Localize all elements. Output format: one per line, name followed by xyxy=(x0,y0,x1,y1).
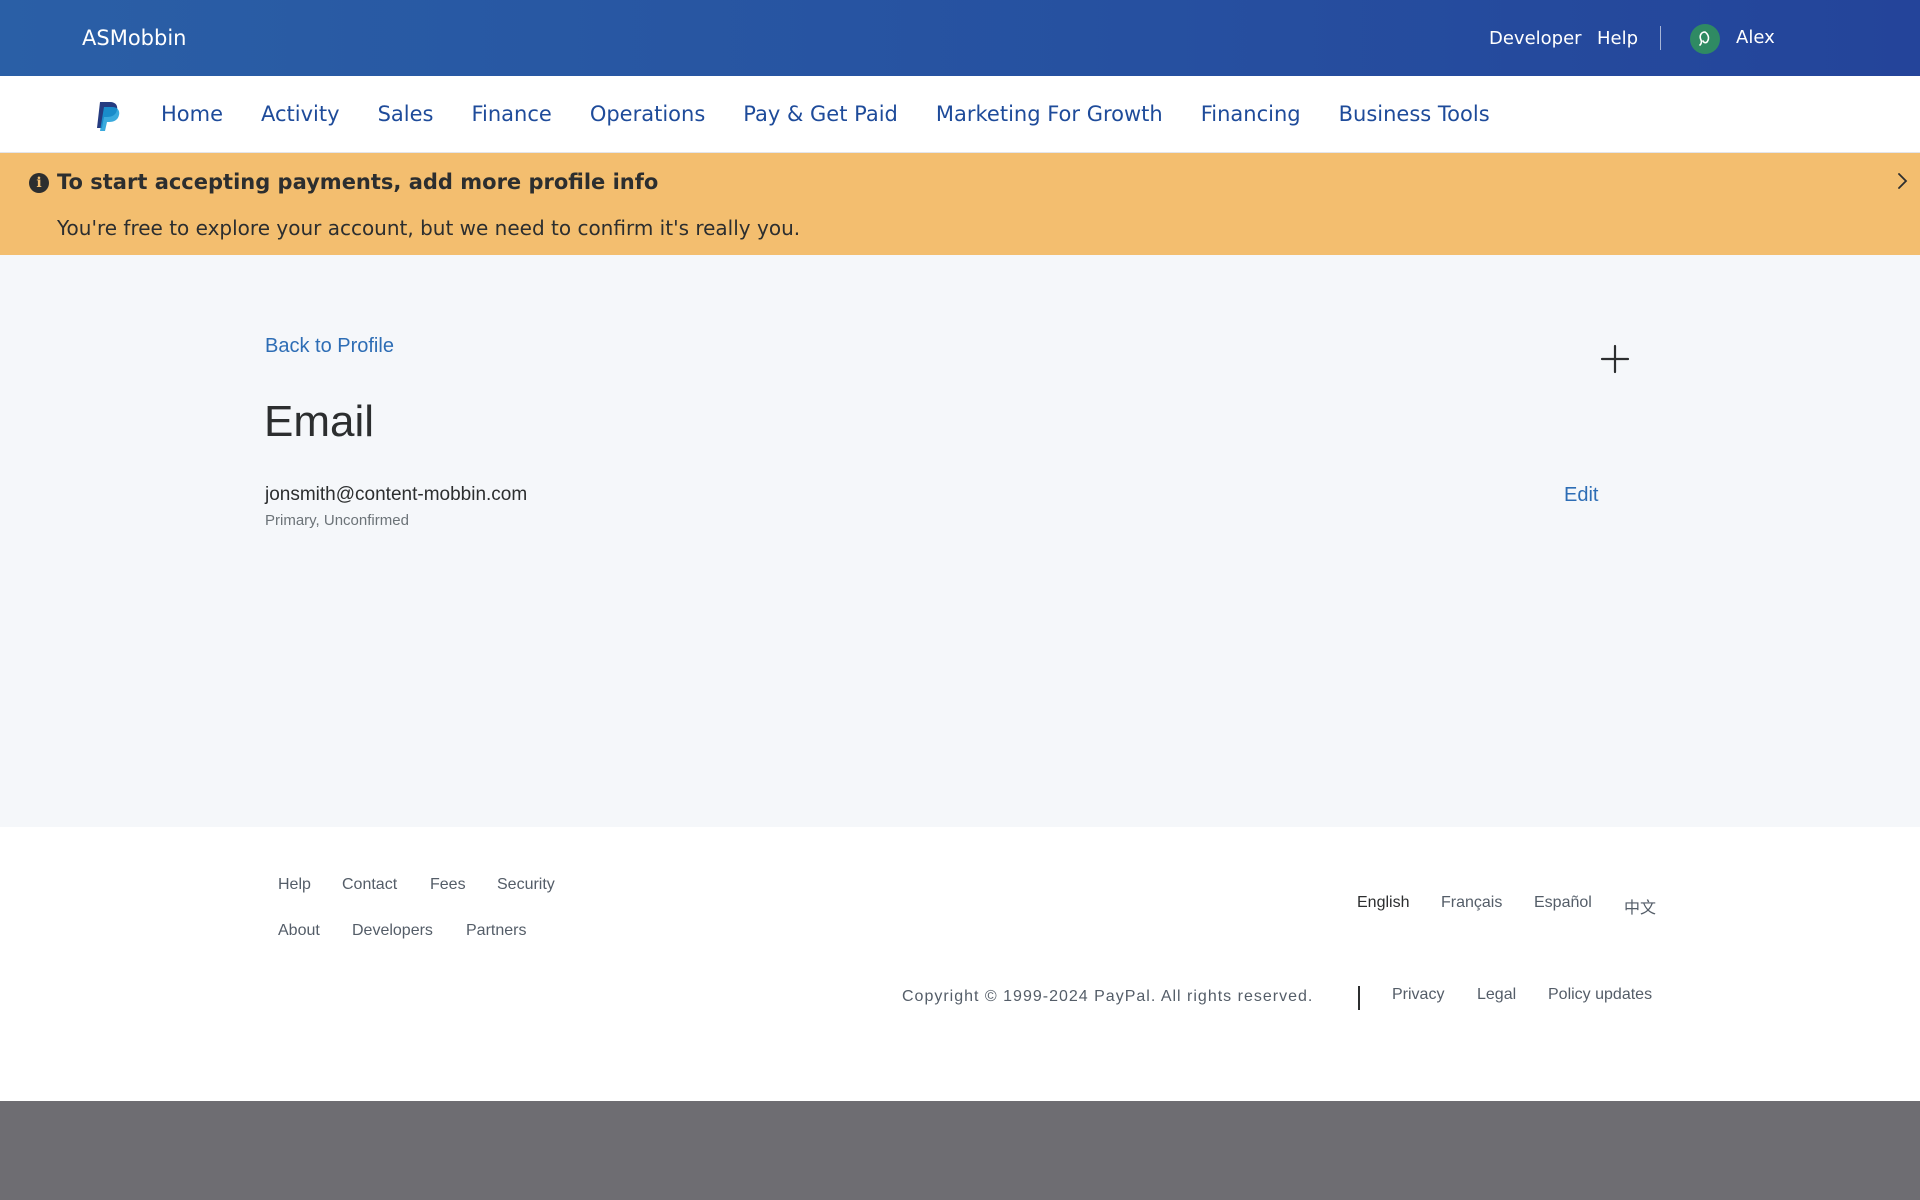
footer-divider xyxy=(1358,986,1360,1010)
footer-privacy-link[interactable]: Privacy xyxy=(1392,986,1444,1004)
nav-item-finance[interactable]: Finance xyxy=(471,102,551,126)
footer-help-link[interactable]: Help xyxy=(278,876,311,894)
user-name[interactable]: Alex xyxy=(1736,27,1775,48)
footer-legal-link[interactable]: Legal xyxy=(1477,986,1516,1004)
nav-item-activity[interactable]: Activity xyxy=(261,102,340,126)
banner-title: To start accepting payments, add more pr… xyxy=(57,170,659,194)
footer-developers-link[interactable]: Developers xyxy=(352,922,433,940)
language-french[interactable]: Français xyxy=(1441,894,1502,912)
footer-about-link[interactable]: About xyxy=(278,922,320,940)
language-chinese[interactable]: 中文 xyxy=(1624,894,1656,918)
copyright-text: Copyright © 1999-2024 PayPal. All rights… xyxy=(902,988,1314,1005)
language-spanish[interactable]: Español xyxy=(1534,894,1592,912)
header-divider xyxy=(1660,26,1661,50)
nav-item-home[interactable]: Home xyxy=(161,102,223,126)
main-nav: Home Activity Sales Finance Operations P… xyxy=(0,76,1920,153)
footer xyxy=(0,827,1920,1101)
developer-link[interactable]: Developer xyxy=(1489,28,1582,49)
nav-item-marketing[interactable]: Marketing For Growth xyxy=(936,102,1163,126)
banner-text: You're free to explore your account, but… xyxy=(57,216,801,240)
business-name: ASMobbin xyxy=(82,26,187,50)
email-address: jonsmith@content-mobbin.com xyxy=(265,484,528,505)
footer-fees-link[interactable]: Fees xyxy=(430,876,466,894)
footer-policy-updates-link[interactable]: Policy updates xyxy=(1548,986,1652,1004)
footer-security-link[interactable]: Security xyxy=(497,876,555,894)
info-icon: i xyxy=(29,173,49,193)
top-bar: ASMobbin Developer Help Alex xyxy=(0,0,1920,76)
add-email-icon[interactable] xyxy=(1600,344,1630,374)
nav-items: Home Activity Sales Finance Operations P… xyxy=(161,102,1490,126)
nav-item-operations[interactable]: Operations xyxy=(590,102,705,126)
nav-item-pay-get-paid[interactable]: Pay & Get Paid xyxy=(743,102,898,126)
nav-item-sales[interactable]: Sales xyxy=(378,102,434,126)
user-avatar-icon[interactable] xyxy=(1690,24,1720,54)
nav-item-financing[interactable]: Financing xyxy=(1201,102,1301,126)
footer-partners-link[interactable]: Partners xyxy=(466,922,526,940)
footer-contact-link[interactable]: Contact xyxy=(342,876,397,894)
help-link[interactable]: Help xyxy=(1597,28,1638,49)
page-title: Email xyxy=(264,397,375,446)
paypal-logo-icon[interactable] xyxy=(94,100,122,132)
language-english[interactable]: English xyxy=(1357,894,1409,912)
back-to-profile-link[interactable]: Back to Profile xyxy=(265,335,394,358)
nav-item-business-tools[interactable]: Business Tools xyxy=(1339,102,1490,126)
email-status: Primary, Unconfirmed xyxy=(265,512,409,529)
chevron-right-icon[interactable] xyxy=(1896,170,1910,192)
edit-email-link[interactable]: Edit xyxy=(1564,484,1598,507)
